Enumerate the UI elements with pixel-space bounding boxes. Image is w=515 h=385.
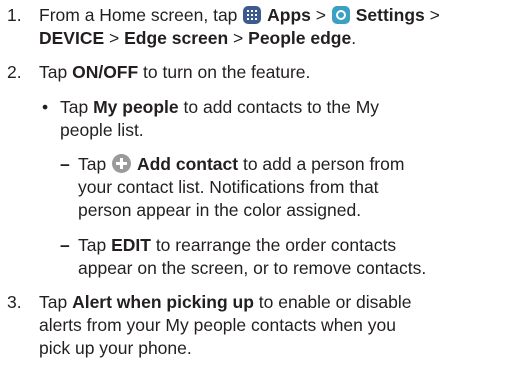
step-3-line3: pick up your phone. (39, 338, 192, 358)
step-3-line2: alerts from your My people contacts when… (39, 315, 396, 335)
dash-marker: – (60, 235, 70, 255)
edit-label: EDIT (111, 235, 151, 255)
settings-label: Settings (355, 5, 425, 25)
device-label: DEVICE (39, 28, 105, 48)
instructions-document: 1. From a Home screen, tap Apps > Settin… (0, 0, 515, 385)
step-1-text: From a Home screen, tap Apps > Settings … (39, 5, 440, 25)
sub-item-1-line2: your contact list. Notifications from th… (78, 177, 379, 197)
bullet-marker: • (42, 97, 49, 117)
onoff-label: ON/OFF (72, 62, 139, 82)
people-edge-label: People edge (248, 28, 352, 48)
step-1-text-line2: DEVICE > Edge screen > People edge. (39, 28, 357, 48)
settings-icon (331, 6, 350, 24)
step-2-text: Tap ON/OFF to turn on the feature. (39, 62, 311, 82)
step-number: 3. (7, 292, 22, 312)
edge-screen-label: Edge screen (124, 28, 229, 48)
add-contact-label: Add contact (136, 154, 239, 174)
apps-icon (243, 6, 262, 24)
add-contact-icon (112, 154, 132, 173)
bullet-text: Tap My people to add contacts to the My (60, 97, 380, 117)
sub-item-2-text: Tap EDIT to rearrange the order contacts (78, 235, 397, 255)
step-number: 1. (7, 5, 22, 25)
step-number: 2. (7, 62, 22, 82)
sub-item-2-line2: appear on the screen, or to remove conta… (78, 258, 427, 278)
apps-label: Apps (267, 5, 311, 25)
bullet-text-line2: people list. (60, 120, 144, 140)
dash-marker: – (60, 154, 70, 174)
my-people-label: My people (93, 97, 179, 117)
sub-item-1-text: Tap Add contact to add a person from (78, 154, 405, 174)
sub-item-1-line3: person appear in the color assigned. (78, 200, 362, 220)
step-3-text: Tap Alert when picking up to enable or d… (39, 292, 412, 312)
alert-label: Alert when picking up (72, 292, 254, 312)
